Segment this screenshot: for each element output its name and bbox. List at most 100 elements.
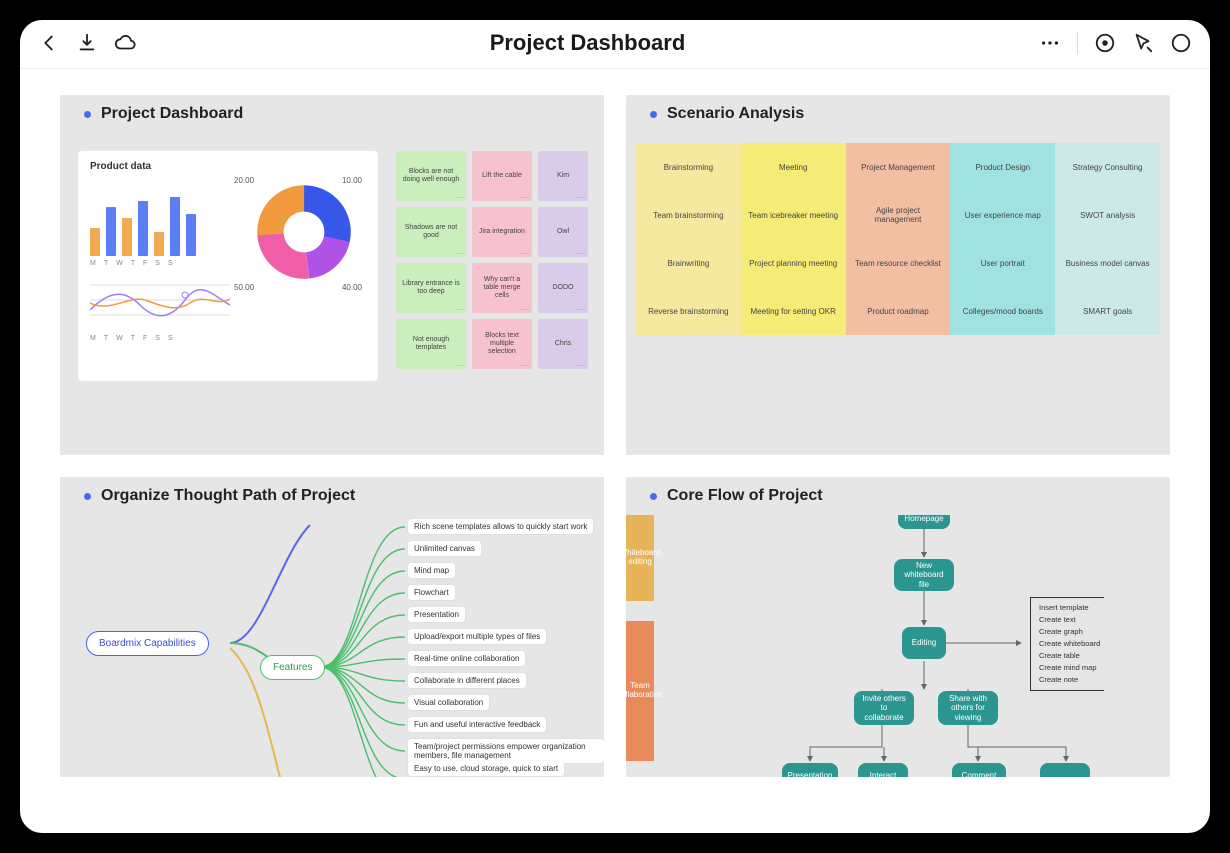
axis-label: S xyxy=(155,260,160,267)
bullet-icon xyxy=(650,111,657,118)
mindmap-leaf[interactable]: Easy to use, cloud storage, quick to sta… xyxy=(408,761,564,776)
flow-node[interactable]: ...... xyxy=(1040,763,1090,777)
cloud-icon[interactable] xyxy=(114,32,136,54)
sticky-board[interactable]: Blocks are not doing well enough Lift th… xyxy=(396,151,588,437)
sticky-note[interactable]: Kim xyxy=(538,151,588,201)
sticky-note[interactable]: Not enough templates xyxy=(396,319,466,369)
mindmap-leaf[interactable]: Mind map xyxy=(408,563,455,578)
flow-node[interactable]: Interact xyxy=(858,763,908,777)
scenario-table[interactable]: BrainstormingMeetingProject ManagementPr… xyxy=(636,143,1160,335)
panel-core-flow[interactable]: Core Flow of Project Whiteboard editing … xyxy=(626,477,1170,777)
download-icon[interactable] xyxy=(76,32,98,54)
bullet-icon xyxy=(650,493,657,500)
axis-label: S xyxy=(168,260,173,267)
flow-node[interactable]: Presentation xyxy=(782,763,838,777)
mindmap-leaf[interactable]: Flowchart xyxy=(408,585,455,600)
sticky-note[interactable]: Blocks are not doing well enough xyxy=(396,151,466,201)
table-cell[interactable]: SMART goals xyxy=(1055,287,1160,335)
axis-label: M xyxy=(90,260,96,267)
product-data-card[interactable]: Product data xyxy=(78,151,378,381)
table-cell[interactable]: SWOT analysis xyxy=(1055,191,1160,239)
app-window: Project Dashboard Project Dashboard xyxy=(20,20,1210,833)
table-cell[interactable]: Project Management xyxy=(846,143,951,191)
bar-chart xyxy=(90,186,230,256)
table-cell[interactable]: Team resource checklist xyxy=(846,239,951,287)
flow-node[interactable]: Comment xyxy=(952,763,1006,777)
flow-node[interactable]: Homepage xyxy=(898,515,950,529)
sticky-note[interactable]: Lift the cable xyxy=(472,151,532,201)
sticky-note[interactable]: Blocks text multiple selection xyxy=(472,319,532,369)
axis-label: S xyxy=(155,335,160,342)
mindmap-leaf[interactable]: Real-time online collaboration xyxy=(408,651,525,666)
table-cell[interactable]: Colleges/mood boards xyxy=(950,287,1055,335)
mindmap-branch[interactable]: Features xyxy=(260,655,325,680)
table-cell[interactable]: Business model canvas xyxy=(1055,239,1160,287)
mindmap-leaf[interactable]: Collaborate in different places xyxy=(408,673,526,688)
axis-label: M xyxy=(90,335,96,342)
mindmap-canvas[interactable]: Boardmix Capabilities Features Rich scen… xyxy=(60,515,604,777)
table-cell[interactable]: Brainwriting xyxy=(636,239,741,287)
table-cell[interactable]: Reverse brainstorming xyxy=(636,287,741,335)
table-cell[interactable]: User portrait xyxy=(950,239,1055,287)
sticky-note[interactable]: Shadows are not good xyxy=(396,207,466,257)
sticky-note[interactable]: Why can't a table merge cells xyxy=(472,263,532,313)
titlebar: Project Dashboard xyxy=(20,20,1210,69)
card-title: Product data xyxy=(90,161,366,172)
bullet-icon xyxy=(84,493,91,500)
annotation-item: Create note xyxy=(1039,674,1100,686)
table-cell[interactable]: Project planning meeting xyxy=(741,239,846,287)
record-icon[interactable] xyxy=(1094,32,1116,54)
axis-label: S xyxy=(168,335,173,342)
mindmap-leaf[interactable]: Visual collaboration xyxy=(408,695,489,710)
back-button[interactable] xyxy=(38,32,60,54)
mindmap-leaf[interactable]: Upload/export multiple types of files xyxy=(408,629,546,644)
mindmap-leaf[interactable]: Presentation xyxy=(408,607,465,622)
panel-thought-path[interactable]: Organize Thought Path of Project xyxy=(60,477,604,777)
mindmap-leaf[interactable]: Rich scene templates allows to quickly s… xyxy=(408,519,593,534)
annotation-item: Create mind map xyxy=(1039,662,1100,674)
table-cell[interactable]: Team brainstorming xyxy=(636,191,741,239)
table-cell[interactable]: Meeting for setting OKR xyxy=(741,287,846,335)
annotation-item: Create whiteboard xyxy=(1039,638,1100,650)
sticky-note[interactable]: DODO xyxy=(538,263,588,313)
table-cell[interactable]: Strategy Consulting xyxy=(1055,143,1160,191)
axis-label: T xyxy=(131,335,135,342)
sticky-note[interactable]: Chris xyxy=(538,319,588,369)
flowchart-canvas[interactable]: Whiteboard editing Team collaboration Ho… xyxy=(626,515,1170,777)
flow-node[interactable]: Editing xyxy=(902,627,946,659)
chart-value: 50.00 xyxy=(234,283,254,292)
table-cell[interactable]: User experience map xyxy=(950,191,1055,239)
mindmap-leaf[interactable]: Unlimited canvas xyxy=(408,541,481,556)
cursor-icon[interactable] xyxy=(1132,32,1154,54)
annotation-item: Create graph xyxy=(1039,626,1100,638)
mindmap-leaf[interactable]: Team/project permissions empower organiz… xyxy=(408,739,604,763)
axis-label: T xyxy=(104,260,108,267)
annotation-item: Create table xyxy=(1039,650,1100,662)
sticky-note[interactable]: Library entrance is too deep xyxy=(396,263,466,313)
flow-node[interactable]: Share with others for viewing xyxy=(938,691,998,725)
panel-title: Organize Thought Path of Project xyxy=(101,487,355,505)
comment-icon[interactable] xyxy=(1170,32,1192,54)
axis-label: W xyxy=(116,260,123,267)
content-area[interactable]: Project Dashboard Product data xyxy=(20,69,1210,833)
table-cell[interactable]: Agile project management xyxy=(846,191,951,239)
table-cell[interactable]: Team icebreaker meeting xyxy=(741,191,846,239)
table-cell[interactable]: Meeting xyxy=(741,143,846,191)
table-cell[interactable]: Brainstorming xyxy=(636,143,741,191)
panel-scenario-analysis[interactable]: Scenario Analysis BrainstormingMeetingPr… xyxy=(626,95,1170,455)
bullet-icon xyxy=(84,111,91,118)
more-icon[interactable] xyxy=(1039,32,1061,54)
chart-value: 20.00 xyxy=(234,176,254,185)
axis-label: T xyxy=(104,335,108,342)
table-cell[interactable]: Product roadmap xyxy=(846,287,951,335)
mindmap-leaf[interactable]: Fun and useful interactive feedback xyxy=(408,717,546,732)
flow-node[interactable]: Invite others to collaborate xyxy=(854,691,914,725)
flow-node[interactable]: New whiteboard file xyxy=(894,559,954,591)
mindmap-root[interactable]: Boardmix Capabilities xyxy=(86,631,209,656)
panel-project-dashboard[interactable]: Project Dashboard Product data xyxy=(60,95,604,455)
sticky-note[interactable]: Jira integration xyxy=(472,207,532,257)
divider xyxy=(1077,32,1078,54)
sticky-note[interactable]: Owl xyxy=(538,207,588,257)
axis-label: F xyxy=(143,335,147,342)
table-cell[interactable]: Product Design xyxy=(950,143,1055,191)
